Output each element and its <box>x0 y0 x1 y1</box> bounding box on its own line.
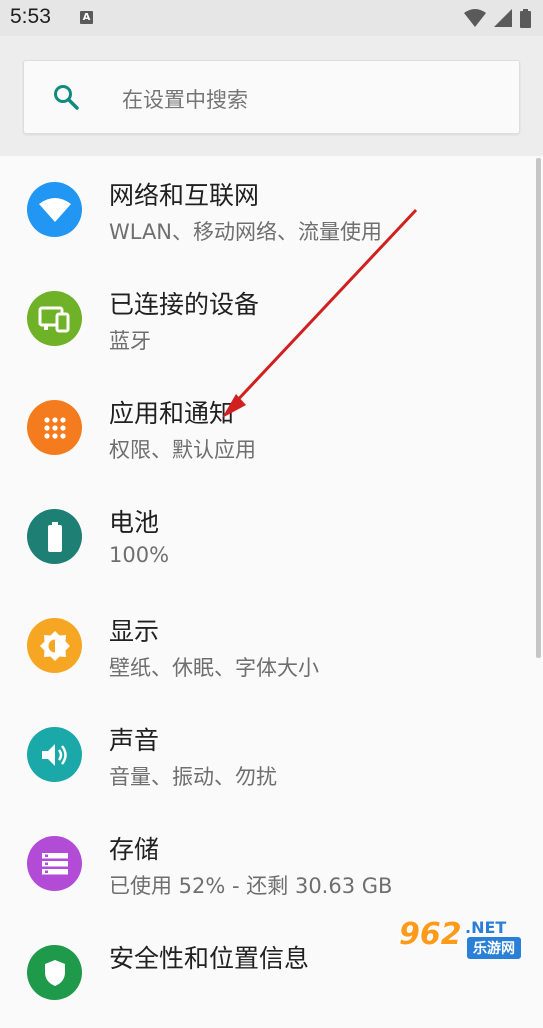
settings-item-devices[interactable]: 已连接的设备 蓝牙 <box>0 265 543 374</box>
storage-icon <box>27 836 82 891</box>
item-subtitle: WLAN、移动网络、流量使用 <box>109 220 383 244</box>
search-area: 在设置中搜索 <box>0 36 543 156</box>
wifi-signal-icon <box>464 9 486 27</box>
settings-item-network[interactable]: 网络和互联网 WLAN、移动网络、流量使用 <box>0 156 543 265</box>
settings-item-display[interactable]: 显示 壁纸、休眠、字体大小 <box>0 592 543 701</box>
scrollbar[interactable] <box>536 158 541 658</box>
search-bar[interactable]: 在设置中搜索 <box>23 60 520 134</box>
settings-item-battery[interactable]: 电池 100% <box>0 483 543 592</box>
watermark-number: 962 <box>399 917 462 952</box>
item-subtitle: 音量、振动、勿扰 <box>109 765 277 789</box>
settings-item-sound[interactable]: 声音 音量、振动、勿扰 <box>0 701 543 810</box>
status-time: 5:53 <box>10 5 51 28</box>
item-subtitle: 100% <box>109 543 170 567</box>
security-icon <box>27 945 82 1000</box>
item-title: 存储 <box>109 835 160 864</box>
wifi-icon <box>27 182 82 237</box>
settings-item-apps[interactable]: 应用和通知 权限、默认应用 <box>0 374 543 483</box>
search-icon <box>54 85 79 110</box>
settings-list: 网络和互联网 WLAN、移动网络、流量使用 已连接的设备 蓝牙 应用和通知 权限… <box>0 156 543 1028</box>
brightness-icon <box>27 618 82 673</box>
item-title: 网络和互联网 <box>109 181 260 210</box>
cell-signal-icon <box>494 9 512 27</box>
item-title: 电池 <box>109 508 160 537</box>
item-title: 已连接的设备 <box>109 290 260 319</box>
item-subtitle: 权限、默认应用 <box>109 438 256 462</box>
status-icons <box>464 8 531 28</box>
search-placeholder: 在设置中搜索 <box>122 88 248 112</box>
settings-item-storage[interactable]: 存储 已使用 52% - 还剩 30.63 GB <box>0 810 543 919</box>
item-subtitle: 壁纸、休眠、字体大小 <box>109 656 319 680</box>
watermark-suffix: .NET <box>465 918 507 937</box>
notification-a-icon: A <box>80 11 93 24</box>
apps-icon <box>27 400 82 455</box>
watermark-logo: 962 .NET 乐游网 <box>397 915 537 965</box>
item-subtitle: 蓝牙 <box>109 329 151 353</box>
item-title: 声音 <box>109 726 160 755</box>
item-title: 显示 <box>109 617 160 646</box>
watermark-label: 乐游网 <box>467 937 521 959</box>
status-bar: 5:53 A <box>0 0 543 36</box>
battery-status-icon <box>520 8 531 28</box>
item-title: 安全性和位置信息 <box>109 944 310 973</box>
volume-icon <box>27 727 82 782</box>
devices-icon <box>27 291 82 346</box>
item-subtitle: 已使用 52% - 还剩 30.63 GB <box>109 874 393 898</box>
battery-icon <box>27 509 82 564</box>
item-title: 应用和通知 <box>109 399 235 428</box>
